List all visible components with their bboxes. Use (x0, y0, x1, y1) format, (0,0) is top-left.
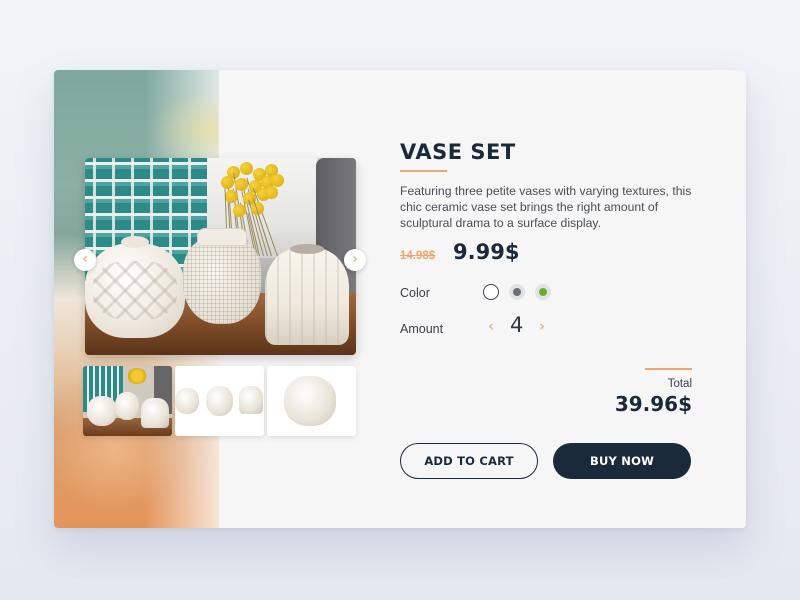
total-value: 39.96$ (614, 392, 692, 416)
color-label: Color (400, 286, 430, 300)
flower-head (235, 178, 248, 191)
thumb-vase (87, 396, 117, 426)
add-to-cart-button[interactable]: ADD TO CART (400, 443, 538, 479)
flower-head (240, 162, 253, 175)
amount-label: Amount (400, 322, 444, 336)
previous-image-button[interactable]: ‹ (74, 249, 96, 271)
buy-now-button[interactable]: BUY NOW (553, 443, 691, 479)
increment-button[interactable]: › (539, 317, 545, 335)
thumbnail-3[interactable] (267, 366, 356, 436)
main-product-image (85, 158, 356, 355)
color-swatch-green[interactable] (535, 284, 551, 300)
color-swatch-white[interactable] (483, 284, 499, 300)
product-card: ‹ › VASE SET Featuring three petite vase… (54, 70, 746, 528)
thumb-vase (239, 386, 263, 414)
swatch-dot (539, 288, 547, 296)
flower-head (233, 204, 246, 217)
chevron-right-icon: › (352, 251, 358, 267)
chevron-left-icon: ‹ (488, 317, 494, 335)
swatch-dot (513, 288, 521, 296)
decrement-button[interactable]: ‹ (488, 317, 494, 335)
vase-quilted (85, 236, 185, 338)
flower-head (225, 190, 238, 203)
thumb-vase (206, 386, 233, 416)
thumb-vase (141, 398, 169, 428)
total-label: Total (667, 378, 692, 390)
old-price: 14.98$ (400, 250, 436, 262)
thumbnail-1[interactable] (83, 366, 172, 436)
title-underline (400, 170, 447, 172)
product-description: Featuring three petite vases with varyin… (400, 184, 692, 230)
flower-head (265, 186, 278, 199)
thumb-vase (284, 376, 336, 426)
color-swatch-gray[interactable] (509, 284, 525, 300)
next-image-button[interactable]: › (344, 249, 366, 271)
chevron-left-icon: ‹ (82, 251, 88, 267)
chevron-right-icon: › (539, 317, 545, 335)
total-divider (645, 368, 692, 370)
thumb-vase (115, 392, 139, 420)
flower-head (271, 174, 284, 187)
current-price: 9.99$ (453, 240, 520, 264)
vase-textured (183, 228, 261, 324)
amount-value: 4 (510, 313, 524, 337)
thumb-vase (175, 388, 199, 414)
flower-head (221, 176, 234, 189)
thumbnail-2[interactable] (175, 366, 264, 436)
thumb-flowers (127, 368, 147, 384)
vase-geometric (265, 244, 349, 345)
product-title: VASE SET (400, 140, 516, 164)
